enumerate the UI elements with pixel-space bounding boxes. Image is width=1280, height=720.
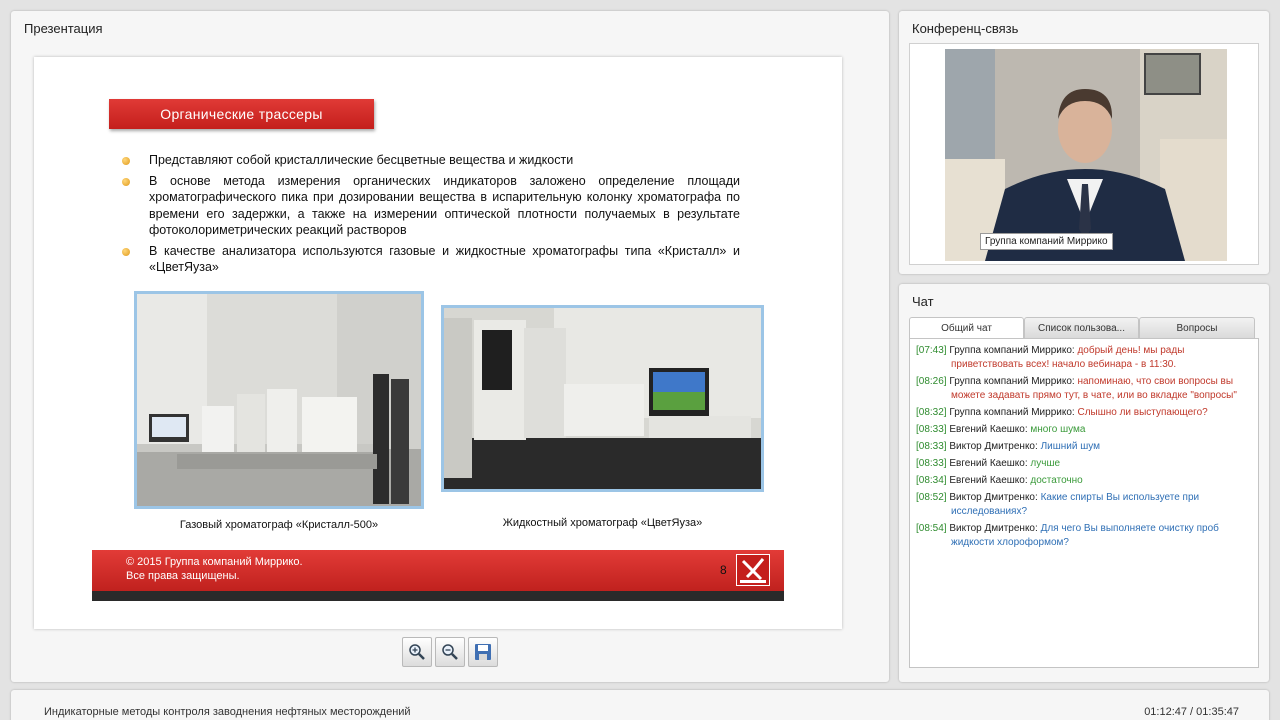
webinar-title: Индикаторные методы контроля заводнения … <box>44 706 411 718</box>
message-time: [08:32] <box>916 407 947 418</box>
zoom-in-button[interactable] <box>402 637 432 667</box>
conference-panel: Конференц-связь Группа компаний Миррико <box>899 11 1269 274</box>
chat-messages[interactable]: [07:43] Группа компаний Миррико: добрый … <box>909 338 1259 668</box>
message-author: Группа компаний Миррико: <box>949 407 1075 418</box>
bottom-bar: Индикаторные методы контроля заводнения … <box>11 690 1269 720</box>
zoom-out-icon <box>442 644 458 660</box>
message-author: Виктор Дмитренко: <box>949 523 1038 534</box>
chat-message: [08:33] Виктор Дмитренко: Лишний шум <box>916 440 1252 454</box>
slide-footer-bar <box>92 591 784 601</box>
message-author: Евгений Каешко: <box>949 475 1028 486</box>
message-time: [08:33] <box>916 424 947 435</box>
slide-copyright: © 2015 Группа компаний Миррико. Все прав… <box>126 555 303 583</box>
caption-liquid: Жидкостный хроматограф «ЦветЯуза» <box>502 517 703 529</box>
message-time: [08:33] <box>916 458 947 469</box>
message-author: Евгений Каешко: <box>949 458 1028 469</box>
message-time: [08:33] <box>916 441 947 452</box>
copyright-line1: © 2015 Группа компаний Миррико. <box>126 556 303 568</box>
liquid-chromatograph-photo <box>441 305 764 492</box>
zoom-out-button[interactable] <box>435 637 465 667</box>
message-author: Группа компаний Миррико: <box>949 376 1075 387</box>
zoom-in-icon <box>409 644 425 660</box>
chat-title: Чат <box>912 294 934 309</box>
chat-message: [08:33] Евгений Каешко: лучше <box>916 457 1252 471</box>
slide-footer: © 2015 Группа компаний Миррико. Все прав… <box>92 550 784 601</box>
slide-toolbar <box>402 637 498 667</box>
message-author: Виктор Дмитренко: <box>949 492 1038 503</box>
tab-user-list[interactable]: Список пользова... <box>1024 317 1139 338</box>
chat-message: [07:43] Группа компаний Миррико: добрый … <box>916 344 1252 372</box>
video-label: Группа компаний Миррико <box>980 233 1113 250</box>
playback-time: 01:12:47 / 01:35:47 <box>1144 706 1239 718</box>
conference-title: Конференц-связь <box>912 21 1019 36</box>
slide-bullet: В основе метода измерения органических и… <box>122 173 740 239</box>
chat-message: [08:33] Евгений Каешко: много шума <box>916 423 1252 437</box>
chat-message: [08:26] Группа компаний Миррико: напомин… <box>916 375 1252 403</box>
video-frame: Группа компаний Миррико <box>909 43 1259 265</box>
slide-heading: Органические трассеры <box>109 99 374 129</box>
chat-message: [08:54] Виктор Дмитренко: Для чего Вы вы… <box>916 522 1252 550</box>
message-text: Слышно ли выступающего? <box>1077 407 1208 418</box>
message-text: лучше <box>1030 458 1061 469</box>
caption-gas: Газовый хроматограф «Кристалл-500» <box>179 519 379 531</box>
chat-message: [08:32] Группа компаний Миррико: Слышно … <box>916 406 1252 420</box>
company-logo-icon <box>736 554 770 586</box>
presentation-panel: Презентация Органические трассеры Предст… <box>11 11 889 682</box>
chat-message: [08:34] Евгений Каешко: достаточно <box>916 474 1252 488</box>
save-icon <box>475 644 491 660</box>
slide-bullet: Представляют собой кристаллические бесцв… <box>122 152 740 169</box>
slide-page-number: 8 <box>720 563 727 577</box>
tab-general-chat[interactable]: Общий чат <box>909 317 1024 339</box>
tab-questions[interactable]: Вопросы <box>1139 317 1255 338</box>
message-text: много шума <box>1030 424 1086 435</box>
slide: Органические трассеры Представляют собой… <box>34 57 842 629</box>
copyright-line2: Все права защищены. <box>126 570 240 582</box>
message-time: [08:34] <box>916 475 947 486</box>
webcam-video <box>945 49 1227 261</box>
message-time: [08:26] <box>916 376 947 387</box>
presentation-title: Презентация <box>24 21 103 36</box>
message-time: [08:52] <box>916 492 947 503</box>
message-author: Евгений Каешко: <box>949 424 1028 435</box>
message-time: [08:54] <box>916 523 947 534</box>
message-text: Лишний шум <box>1040 441 1100 452</box>
message-time: [07:43] <box>916 345 947 356</box>
message-author: Группа компаний Миррико: <box>949 345 1075 356</box>
chat-panel: Чат Общий чат Список пользова... Вопросы… <box>899 284 1269 682</box>
slide-bullet: В качестве анализатора используются газо… <box>122 243 740 276</box>
gas-chromatograph-photo <box>134 291 424 509</box>
slide-bullets: Представляют собой кристаллические бесцв… <box>122 152 740 280</box>
message-text: достаточно <box>1030 475 1083 486</box>
chat-message: [08:52] Виктор Дмитренко: Какие спирты В… <box>916 491 1252 519</box>
message-author: Виктор Дмитренко: <box>949 441 1038 452</box>
chat-tabs: Общий чат Список пользова... Вопросы <box>909 317 1256 339</box>
save-button[interactable] <box>468 637 498 667</box>
